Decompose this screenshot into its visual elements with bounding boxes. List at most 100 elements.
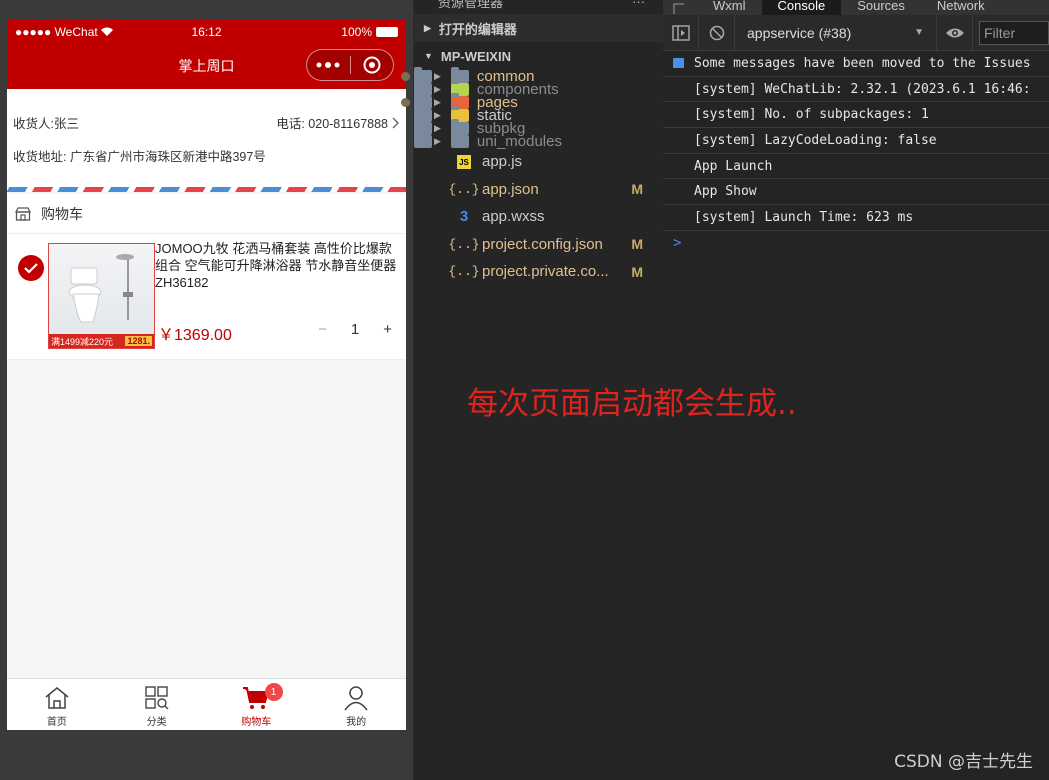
tab-sources[interactable]: Sources <box>841 0 921 15</box>
quantity-value: 1 <box>350 321 360 338</box>
annotation-text: 每次页面启动都会生成.. <box>467 386 797 422</box>
tab-mine[interactable]: 我的 <box>306 679 406 730</box>
context-selector[interactable]: appservice (#38) ▼ <box>735 14 937 51</box>
image-promo: 满1499减220元 <box>51 336 114 347</box>
console-log-line: App Launch <box>663 154 1049 180</box>
watermark: CSDN @吉士先生 <box>894 752 1033 772</box>
file-tree: ▶ common ▶ components ▶ pages ▶ static ▶ subpkg ▶ u… <box>401 67 663 286</box>
tree-item-label: app.js <box>482 153 523 171</box>
filter-input[interactable]: Filter <box>979 20 1049 45</box>
address-card[interactable]: 收货人:张三 电话: 020-81167888 收货地址: 广东省广州市海珠区新… <box>7 89 406 187</box>
tab-network[interactable]: Network <box>921 0 1001 15</box>
explorer-header: 资源管理器 ··· <box>414 0 663 14</box>
file-icon: {..} <box>448 181 480 197</box>
home-icon <box>44 683 70 713</box>
product-price: ￥1369.00 <box>158 327 232 344</box>
decrease-button[interactable]: − <box>318 321 327 338</box>
context-label: appservice (#38) <box>747 24 852 41</box>
shop-icon <box>15 206 31 221</box>
console-log-list: Some messages have been moved to the Iss… <box>663 51 1049 231</box>
expanded-caret-icon: ▼ <box>424 51 433 61</box>
image-price: 1281. <box>125 336 152 346</box>
tab-category[interactable]: 分类 <box>107 679 207 730</box>
console-log-text: [system] LazyCodeLoading: false <box>694 133 937 149</box>
console-log-line: [system] Launch Time: 623 ms <box>663 205 1049 231</box>
product-image[interactable]: 满1499减220元 1281. <box>48 243 155 349</box>
toilet-illustration <box>68 267 102 323</box>
console-log-text: [system] WeChatLib: 2.32.1 (2023.6.1 16:… <box>694 81 1031 97</box>
console-log-line: App Show <box>663 179 1049 206</box>
wifi-icon <box>100 27 113 36</box>
file-icon: {..} <box>448 236 480 252</box>
address-detail: 收货地址: 广东省广州市海珠区新港中路397号 <box>13 150 266 164</box>
tree-item-app-json[interactable]: {..} app.json M <box>414 176 663 204</box>
more-dots-icon[interactable] <box>307 50 350 80</box>
nav-bar: 掌上周口 <box>7 43 406 89</box>
console-log-line: [system] LazyCodeLoading: false <box>663 128 1049 154</box>
explorer-more-button[interactable]: ··· <box>632 0 645 9</box>
increase-button[interactable]: + <box>383 321 392 338</box>
battery-icon <box>376 26 398 37</box>
tab-home[interactable]: 首页 <box>7 679 107 730</box>
console-log-text: App Launch <box>694 158 773 174</box>
git-status-marker: M <box>631 263 643 280</box>
clear-console-icon[interactable] <box>699 14 735 51</box>
console-log-line: [system] No. of subpackages: 1 <box>663 102 1049 129</box>
cart-header: 购物车 <box>7 194 406 234</box>
console-log-text: [system] No. of subpackages: 1 <box>694 107 929 123</box>
shower-illustration <box>116 254 134 320</box>
collapsed-caret-icon: ▶ <box>424 22 431 33</box>
capsule-menu <box>306 49 394 81</box>
sidebar-toggle-icon[interactable] <box>663 14 699 51</box>
modified-dot <box>401 98 410 107</box>
console-prompt[interactable]: > <box>663 231 1049 255</box>
open-editors-section[interactable]: ▶ 打开的编辑器 <box>414 14 663 42</box>
phone: 电话: 020-81167888 <box>276 117 388 131</box>
category-icon <box>144 683 170 713</box>
tree-item-label: app.wxss <box>482 208 545 226</box>
tree-item-app-js[interactable]: JS app.js <box>414 148 663 176</box>
file-icon: {..} <box>448 264 480 280</box>
project-section[interactable]: ▼ MP-WEIXIN <box>414 42 663 70</box>
chevron-right-icon <box>392 117 399 128</box>
tab-mine-label: 我的 <box>346 717 367 728</box>
tree-item-uni-modules[interactable]: ▶ uni_modules <box>414 132 562 150</box>
nav-title: 掌上周口 <box>178 58 235 74</box>
devtools-tabs: Wxml Console Sources Network <box>663 0 1049 15</box>
tab-home-label: 首页 <box>46 717 67 728</box>
tree-item-project-config-json[interactable]: {..} project.config.json M <box>414 231 663 259</box>
console-log-text: Some messages have been moved to the Iss… <box>694 56 1031 71</box>
git-status-marker: M <box>631 236 643 253</box>
tree-item-label: app.json <box>482 180 539 198</box>
cart-badge: 1 <box>264 683 283 701</box>
tab-console[interactable]: Console <box>761 0 842 15</box>
select-element-icon[interactable] <box>663 0 697 15</box>
carrier-label: ●●●●● WeChat <box>15 24 98 39</box>
check-icon <box>24 262 38 274</box>
tab-bar: 首页 分类 1 购物车 我的 <box>7 678 406 730</box>
tab-cart[interactable]: 1 购物车 <box>207 679 307 730</box>
folder-caret-icon: ▶ <box>434 136 441 146</box>
file-icon: JS <box>454 154 474 170</box>
tab-cart-label: 购物车 <box>241 717 272 728</box>
battery-percent: 100% <box>341 24 372 39</box>
user-icon <box>343 683 369 713</box>
tab-wxml[interactable]: Wxml <box>697 0 762 15</box>
tree-item-project-private-co[interactable]: {..} project.private.co... M <box>414 258 663 286</box>
tree-item-label: project.config.json <box>482 235 603 253</box>
cart-item: 满1499减220元 1281. JOMOO九牧 花洒马桶套装 高性价比爆款组合… <box>7 234 406 360</box>
console-log-text: [system] Launch Time: 623 ms <box>694 210 914 226</box>
open-editors-label: 打开的编辑器 <box>438 21 517 37</box>
item-checkbox[interactable] <box>18 255 44 281</box>
product-title[interactable]: JOMOO九牧 花洒马桶套装 高性价比爆款组合 空气能可升降淋浴器 节水静音坐便… <box>155 240 401 291</box>
consignee: 收货人:张三 <box>13 117 79 131</box>
eye-icon[interactable] <box>937 14 973 51</box>
file-icon: 3 <box>459 208 469 226</box>
console-log-line: Some messages have been moved to the Iss… <box>663 51 1049 77</box>
address-border-stripe <box>7 187 406 192</box>
modified-dot <box>401 72 410 81</box>
tab-category-label: 分类 <box>146 717 167 728</box>
console-toolbar: appservice (#38) ▼ Filter <box>663 14 1049 51</box>
tree-item-app-wxss[interactable]: 3 app.wxss <box>414 203 663 231</box>
close-target-icon[interactable] <box>351 50 394 80</box>
